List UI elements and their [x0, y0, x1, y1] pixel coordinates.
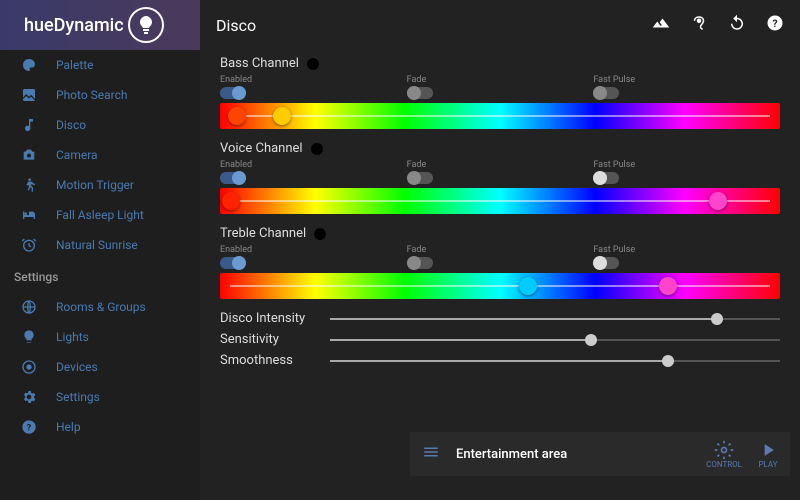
toggle-label-enabled: Enabled	[220, 75, 407, 85]
sidebar-settings-rooms-&-groups[interactable]: Rooms & Groups	[0, 292, 200, 322]
slider-smoothness: Smoothness	[220, 353, 780, 368]
toggle-enabled[interactable]	[220, 172, 246, 184]
sidebar: hueDynamic PalettePhoto SearchDiscoCamer…	[0, 0, 200, 500]
toggle-label-enabled: Enabled	[220, 245, 407, 255]
app-name: hueDynamic	[24, 15, 124, 36]
music-icon	[20, 116, 38, 134]
sidebar-item-natural-sunrise[interactable]: Natural Sunrise	[0, 230, 200, 260]
svg-text:?: ?	[772, 17, 777, 30]
channel-indicator-dot	[311, 143, 323, 155]
channel-title: Voice Channel	[220, 141, 303, 156]
toggle-label-enabled: Enabled	[220, 160, 407, 170]
toggle-label-fade: Fade	[407, 75, 594, 85]
photo-icon	[20, 86, 38, 104]
sidebar-item-fall-asleep-light[interactable]: Fall Asleep Light	[0, 200, 200, 230]
walk-icon	[20, 176, 38, 194]
slider-thumb[interactable]	[711, 313, 723, 325]
page-title: Disco	[216, 16, 652, 35]
alarm-icon	[20, 236, 38, 254]
channel-1: Voice Channel EnabledFadeFast Pulse	[220, 141, 780, 214]
channel-indicator-dot	[307, 58, 319, 70]
channel-indicator-dot	[314, 228, 326, 240]
sidebar-item-photo-search[interactable]: Photo Search	[0, 80, 200, 110]
gear-icon	[20, 388, 38, 406]
channel-title: Treble Channel	[220, 226, 306, 241]
bed-icon	[20, 206, 38, 224]
slider-disco-intensity: Disco Intensity	[220, 311, 780, 326]
sidebar-item-camera[interactable]: Camera	[0, 140, 200, 170]
sidebar-settings-help[interactable]: ?Help	[0, 412, 200, 442]
bulb-logo-icon	[128, 7, 164, 43]
hamburger-icon[interactable]	[422, 443, 440, 465]
slider-sensitivity: Sensitivity	[220, 332, 780, 347]
entertainment-area-label[interactable]: Entertainment area	[456, 447, 690, 462]
control-button[interactable]: CONTROL	[706, 440, 742, 469]
svg-text:?: ?	[27, 422, 32, 433]
toggle-label-fade: Fade	[407, 245, 594, 255]
spectrum-thumb-1[interactable]	[659, 277, 677, 295]
bulb-icon	[20, 328, 38, 346]
spectrum-slider[interactable]	[220, 273, 780, 299]
spectrum-thumb-0[interactable]	[222, 192, 240, 210]
toggle-fastpulse[interactable]	[593, 87, 619, 99]
spectrum-thumb-0[interactable]	[519, 277, 537, 295]
spectrum-thumb-1[interactable]	[709, 192, 727, 210]
toggle-fade[interactable]	[407, 172, 433, 184]
spectrum-thumb-1[interactable]	[273, 107, 291, 125]
toggle-label-fastpulse: Fast Pulse	[593, 245, 780, 255]
sidebar-settings-devices[interactable]: Devices	[0, 352, 200, 382]
spectrum-slider[interactable]	[220, 188, 780, 214]
help-icon[interactable]: ?	[766, 14, 784, 36]
spectrum-slider[interactable]	[220, 103, 780, 129]
sidebar-item-palette[interactable]: Palette	[0, 50, 200, 80]
slider-track[interactable]	[330, 360, 780, 362]
toggle-fastpulse[interactable]	[593, 172, 619, 184]
titlebar: Disco ?	[200, 0, 800, 50]
app-logo: hueDynamic	[0, 0, 200, 50]
device-icon	[20, 358, 38, 376]
channel-title: Bass Channel	[220, 56, 299, 71]
sidebar-settings-settings[interactable]: Settings	[0, 382, 200, 412]
toggle-fade[interactable]	[407, 257, 433, 269]
toggle-label-fastpulse: Fast Pulse	[593, 75, 780, 85]
channel-2: Treble Channel EnabledFadeFast Pulse	[220, 226, 780, 299]
channel-0: Bass Channel EnabledFadeFast Pulse	[220, 56, 780, 129]
ear-icon[interactable]	[690, 14, 708, 36]
globe-icon	[20, 298, 38, 316]
bottom-bar: Entertainment area CONTROL PLAY	[410, 432, 790, 476]
main-content: Disco ? Bass ChannelEnabledFadeFast Puls…	[200, 0, 800, 500]
sidebar-item-motion-trigger[interactable]: Motion Trigger	[0, 170, 200, 200]
toggle-label-fade: Fade	[407, 160, 594, 170]
play-button[interactable]: PLAY	[758, 440, 778, 469]
sidebar-settings-lights[interactable]: Lights	[0, 322, 200, 352]
toggle-fade[interactable]	[407, 87, 433, 99]
slider-thumb[interactable]	[662, 355, 674, 367]
slider-label: Sensitivity	[220, 332, 330, 347]
slider-label: Disco Intensity	[220, 311, 330, 326]
camera-icon	[20, 146, 38, 164]
mountain-icon[interactable]	[652, 14, 670, 36]
slider-thumb[interactable]	[585, 334, 597, 346]
help-icon: ?	[20, 418, 38, 436]
settings-section-header: Settings	[0, 260, 200, 292]
slider-label: Smoothness	[220, 353, 330, 368]
toggle-enabled[interactable]	[220, 87, 246, 99]
slider-track[interactable]	[330, 339, 780, 341]
sidebar-item-disco[interactable]: Disco	[0, 110, 200, 140]
toggle-label-fastpulse: Fast Pulse	[593, 160, 780, 170]
toggle-enabled[interactable]	[220, 257, 246, 269]
toggle-fastpulse[interactable]	[593, 257, 619, 269]
refresh-icon[interactable]	[728, 14, 746, 36]
palette-icon	[20, 56, 38, 74]
spectrum-thumb-0[interactable]	[228, 107, 246, 125]
slider-track[interactable]	[330, 318, 780, 320]
